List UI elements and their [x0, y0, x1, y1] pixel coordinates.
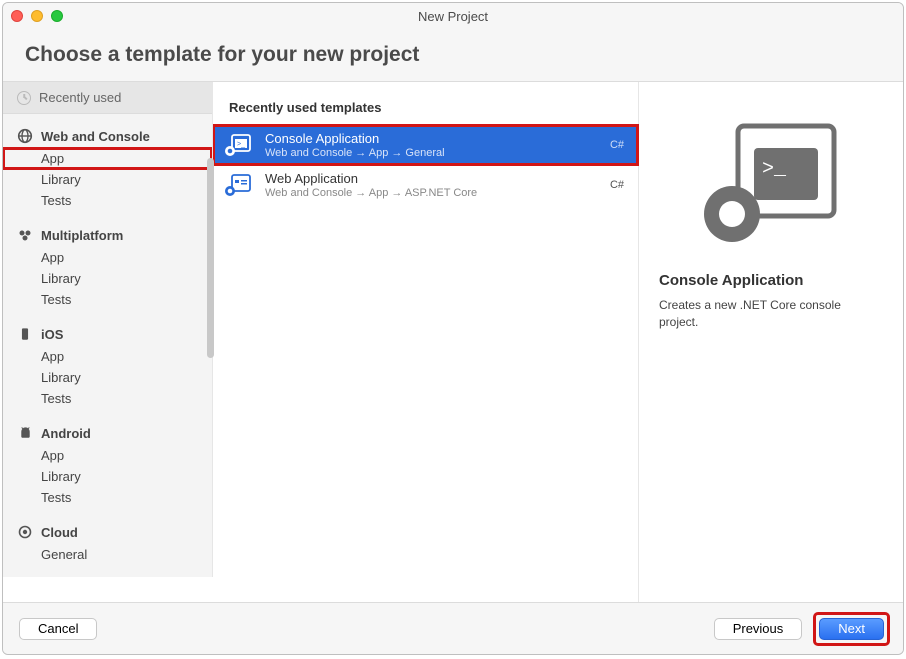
template-name: Console Application: [265, 131, 598, 146]
sidebar-recently-used[interactable]: Recently used: [3, 82, 212, 114]
page-title: Choose a template for your new project: [25, 43, 881, 67]
svg-text:>_: >_: [237, 141, 245, 148]
sidebar-item-library[interactable]: Library: [3, 169, 212, 190]
sidebar-scrollbar-thumb[interactable]: [207, 158, 214, 358]
category-sidebar[interactable]: Recently used Web and Console App Librar…: [3, 82, 213, 577]
template-path: Web and Console → App → ASP.NET Core: [265, 187, 598, 199]
template-console-application[interactable]: >_ Console Application Web and Console →…: [213, 125, 638, 165]
template-preview-panel: >_ Console Application Creates a new .NE…: [639, 82, 903, 602]
new-project-dialog: New Project Choose a template for your n…: [2, 2, 904, 655]
category-header[interactable]: Web and Console: [17, 128, 198, 144]
template-list: >_ Console Application Web and Console →…: [213, 125, 638, 205]
multiplatform-icon: [17, 227, 33, 243]
category-label: Web and Console: [41, 129, 150, 144]
sidebar-category-multiplatform: Multiplatform App Library Tests: [3, 213, 212, 312]
sidebar-item-app[interactable]: App: [3, 148, 212, 169]
next-button[interactable]: Next: [819, 618, 884, 640]
template-web-application[interactable]: Web Application Web and Console → App → …: [213, 165, 638, 205]
template-list-heading: Recently used templates: [213, 82, 638, 125]
category-label: iOS: [41, 327, 63, 342]
sidebar-item-tests[interactable]: Tests: [3, 289, 212, 310]
svg-text:>_: >_: [762, 158, 787, 181]
sidebar-category-cloud: Cloud General: [3, 510, 212, 567]
cancel-button[interactable]: Cancel: [19, 618, 97, 640]
template-preview-image: >_: [696, 112, 846, 252]
phone-icon: [17, 326, 33, 342]
category-header[interactable]: iOS: [17, 326, 198, 342]
category-header[interactable]: Android: [17, 425, 198, 441]
template-name: Web Application: [265, 171, 598, 186]
web-app-icon: [223, 172, 253, 198]
template-language: C#: [610, 179, 624, 191]
sidebar-item-app[interactable]: App: [3, 346, 212, 367]
sidebar-item-library[interactable]: Library: [3, 268, 212, 289]
category-header[interactable]: Multiplatform: [17, 227, 198, 243]
sidebar-category-ios: iOS App Library Tests: [3, 312, 212, 411]
titlebar: New Project: [3, 3, 903, 29]
dialog-footer: Cancel Previous Next: [3, 602, 903, 654]
sidebar-recently-used-label: Recently used: [39, 90, 121, 105]
sidebar-category-android: Android App Library Tests: [3, 411, 212, 510]
cloud-icon: [17, 524, 33, 540]
sidebar-item-tests[interactable]: Tests: [3, 388, 212, 409]
window-title: New Project: [3, 9, 903, 24]
sidebar-item-app[interactable]: App: [3, 445, 212, 466]
console-app-icon: >_: [223, 132, 253, 158]
sidebar-item-library[interactable]: Library: [3, 466, 212, 487]
category-header[interactable]: Cloud: [17, 524, 198, 540]
sidebar-category-web-console: Web and Console App Library Tests: [3, 114, 212, 213]
category-label: Cloud: [41, 525, 78, 540]
previous-button[interactable]: Previous: [714, 618, 803, 640]
preview-title: Console Application: [659, 272, 803, 289]
dialog-body: Recently used Web and Console App Librar…: [3, 81, 903, 602]
android-icon: [17, 425, 33, 441]
category-label: Android: [41, 426, 91, 441]
preview-description: Creates a new .NET Core console project.: [659, 297, 883, 331]
sidebar-item-tests[interactable]: Tests: [3, 190, 212, 211]
template-path: Web and Console → App → General: [265, 147, 598, 159]
sidebar-item-app[interactable]: App: [3, 247, 212, 268]
sidebar-item-library[interactable]: Library: [3, 367, 212, 388]
template-list-panel: Recently used templates >_ Console App: [213, 82, 639, 602]
next-button-highlight: Next: [816, 615, 887, 643]
category-label: Multiplatform: [41, 228, 123, 243]
dialog-header: Choose a template for your new project: [3, 29, 903, 81]
clock-icon: [17, 91, 31, 105]
sidebar-item-tests[interactable]: Tests: [3, 487, 212, 508]
sidebar-item-general[interactable]: General: [3, 544, 212, 565]
template-language: C#: [610, 139, 624, 151]
globe-icon: [17, 128, 33, 144]
